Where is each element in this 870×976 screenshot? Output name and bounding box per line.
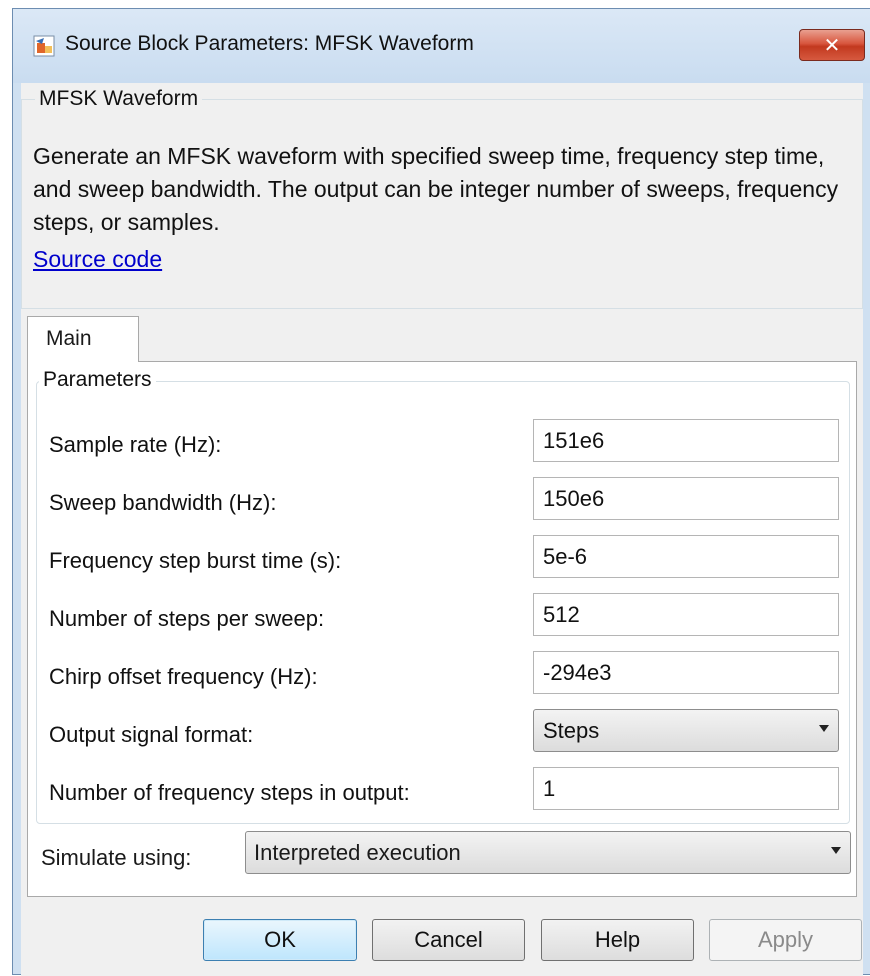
chirp-offset-label: Chirp offset frequency (Hz): xyxy=(49,664,318,689)
output-format-value: Steps xyxy=(543,718,600,743)
simulink-block-icon xyxy=(33,35,55,57)
description-group-title: MFSK Waveform xyxy=(35,87,203,111)
close-button[interactable]: ✕ xyxy=(799,29,865,61)
steps-in-output-input[interactable]: 1 xyxy=(533,767,839,810)
ok-button[interactable]: OK xyxy=(203,919,357,961)
dialog-window: Source Block Parameters: MFSK Waveform ✕… xyxy=(12,8,870,976)
simulate-using-value: Interpreted execution xyxy=(254,840,461,865)
chevron-down-icon xyxy=(831,847,841,854)
source-code-link[interactable]: Source code xyxy=(33,246,162,273)
close-icon: ✕ xyxy=(823,34,841,57)
output-format-label: Output signal format: xyxy=(49,722,254,747)
apply-button[interactable]: Apply xyxy=(709,919,862,961)
sample-rate-input[interactable]: 151e6 xyxy=(533,419,839,462)
sweep-bandwidth-input[interactable]: 150e6 xyxy=(533,477,839,520)
window-title: Source Block Parameters: MFSK Waveform xyxy=(65,32,474,55)
title-bar[interactable]: Source Block Parameters: MFSK Waveform ✕ xyxy=(13,9,870,83)
step-burst-time-input[interactable]: 5e-6 xyxy=(533,535,839,578)
sweep-bandwidth-label: Sweep bandwidth (Hz): xyxy=(49,490,277,515)
simulate-using-label: Simulate using: xyxy=(41,845,192,870)
tab-main-label: Main xyxy=(46,327,92,350)
cancel-button[interactable]: Cancel xyxy=(372,919,525,961)
steps-in-output-label: Number of frequency steps in output: xyxy=(49,780,410,805)
parameters-group-title: Parameters xyxy=(39,368,156,392)
tab-joiner xyxy=(28,360,138,363)
step-burst-time-label: Frequency step burst time (s): xyxy=(49,548,342,573)
chevron-down-icon xyxy=(819,725,829,732)
block-description: Generate an MFSK waveform with specified… xyxy=(33,143,839,235)
help-button[interactable]: Help xyxy=(541,919,694,961)
steps-per-sweep-input[interactable]: 512 xyxy=(533,593,839,636)
simulate-using-select[interactable]: Interpreted execution xyxy=(245,831,851,874)
sample-rate-label: Sample rate (Hz): xyxy=(49,432,222,457)
steps-per-sweep-label: Number of steps per sweep: xyxy=(49,606,325,631)
output-format-select[interactable]: Steps xyxy=(533,709,839,752)
chirp-offset-input[interactable]: -294e3 xyxy=(533,651,839,694)
dialog-client-area: MFSK Waveform Generate an MFSK waveform … xyxy=(21,83,863,976)
tab-main[interactable]: Main xyxy=(27,316,139,362)
